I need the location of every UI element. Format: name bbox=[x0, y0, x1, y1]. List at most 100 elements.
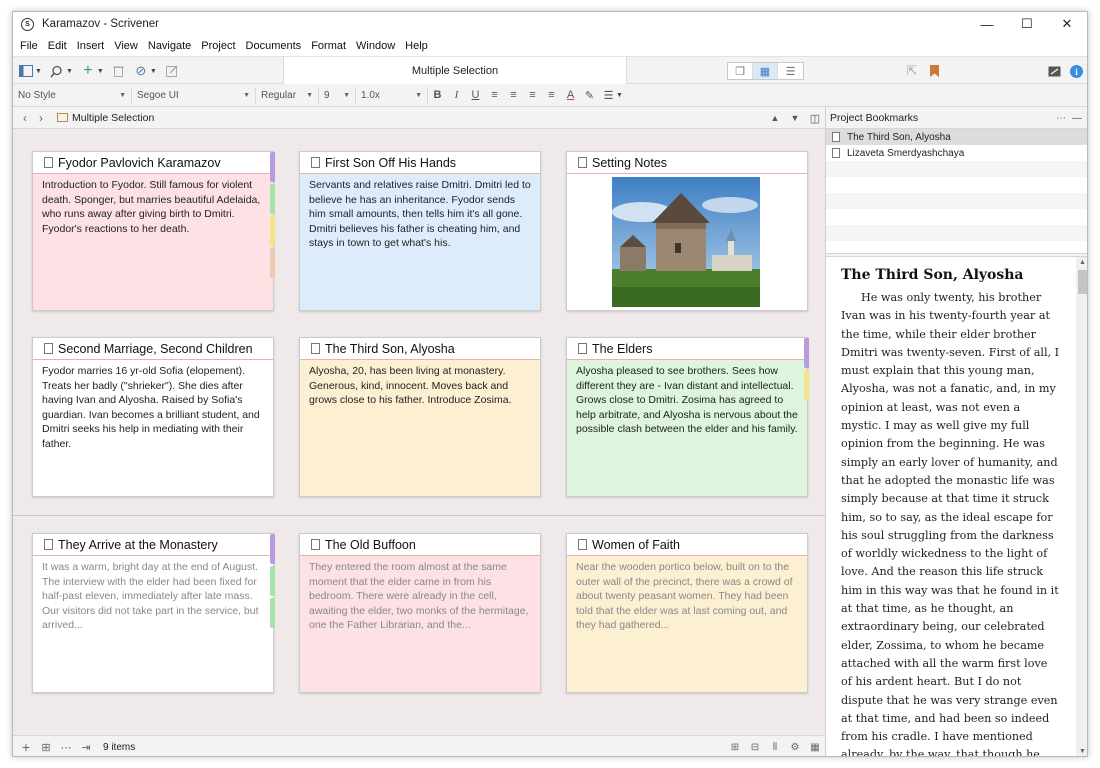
columns-view-icon[interactable]: ⫴ bbox=[765, 742, 785, 753]
scrivener-logo-icon: S bbox=[21, 17, 34, 31]
index-card[interactable]: First Son Off His Hands Servants and rela… bbox=[299, 151, 541, 311]
menu-navigate[interactable]: Navigate bbox=[148, 40, 191, 52]
style-select[interactable]: No Style ▼ bbox=[13, 86, 132, 104]
text-color-icon[interactable]: A bbox=[561, 87, 580, 104]
size-select[interactable]: 9 ▼ bbox=[319, 86, 356, 104]
index-card[interactable]: Second Marriage, Second Children Fyodor m… bbox=[32, 337, 274, 497]
index-card[interactable]: The Old Buffoon They entered the room alm… bbox=[299, 533, 541, 693]
menu-edit[interactable]: Edit bbox=[48, 40, 67, 52]
split-editor-icon[interactable]: ◫ bbox=[805, 112, 825, 125]
menu-insert[interactable]: Insert bbox=[77, 40, 105, 52]
bookmark-item[interactable]: The Third Son, Alyosha bbox=[826, 129, 1087, 145]
breadcrumb: Multiple Selection bbox=[72, 111, 155, 124]
attachment-icon[interactable]: ⊘ bbox=[133, 63, 149, 79]
move-icon[interactable]: ⇥ bbox=[79, 741, 93, 754]
minimize-button[interactable]: — bbox=[967, 12, 1007, 36]
preview-scrollbar[interactable]: ▲ ▼ bbox=[1076, 257, 1087, 756]
card-header: They Arrive at the Monastery bbox=[33, 534, 273, 556]
search-icon[interactable] bbox=[49, 63, 65, 79]
weight-select[interactable]: Regular ▼ bbox=[256, 86, 319, 104]
share-icon[interactable]: ⇱ bbox=[904, 63, 920, 79]
document-icon bbox=[311, 343, 320, 354]
chevron-down-icon[interactable]: ▼ bbox=[785, 113, 805, 123]
card-label-strip bbox=[804, 338, 809, 402]
index-card[interactable]: They Arrive at the Monastery It was a war… bbox=[32, 533, 275, 693]
maximize-button[interactable]: ☐ bbox=[1007, 12, 1047, 36]
label-color-tab bbox=[804, 370, 809, 400]
chevron-down-icon[interactable]: ▼ bbox=[97, 68, 104, 75]
index-card[interactable]: Women of Faith Near the wooden portico be… bbox=[566, 533, 808, 693]
menu-file[interactable]: File bbox=[20, 40, 38, 52]
trash-icon[interactable] bbox=[111, 63, 127, 79]
menu-project[interactable]: Project bbox=[201, 40, 235, 52]
empty-row bbox=[826, 225, 1087, 241]
back-arrow-icon[interactable]: ‹ bbox=[17, 111, 33, 125]
highlight-icon[interactable]: ✎ bbox=[580, 87, 599, 104]
window-title: Karamazov - Scrivener bbox=[42, 18, 159, 30]
more-options-icon[interactable]: ⋯ bbox=[1053, 113, 1069, 124]
card-title: Second Marriage, Second Children bbox=[58, 341, 253, 356]
index-card[interactable]: Setting Notes bbox=[566, 151, 808, 311]
document-icon bbox=[578, 343, 587, 354]
scrivenings-mode-icon[interactable]: ❐ bbox=[728, 63, 753, 79]
chevron-down-icon[interactable]: ▼ bbox=[66, 68, 73, 75]
menu-help[interactable]: Help bbox=[405, 40, 428, 52]
font-select[interactable]: Segoe UI ▼ bbox=[132, 86, 256, 104]
scroll-up-icon[interactable]: ▲ bbox=[1076, 259, 1087, 266]
menu-bar: File Edit Insert View Navigate Project D… bbox=[13, 36, 1087, 56]
bookmarks-panel: Project Bookmarks ⋯ — The Third Son, Aly… bbox=[825, 107, 1087, 756]
binder-toggle-icon[interactable] bbox=[18, 63, 34, 79]
inspector-toggle-icon[interactable] bbox=[1046, 63, 1062, 79]
forward-arrow-icon[interactable]: › bbox=[33, 111, 49, 125]
more-icon[interactable]: ⋯ bbox=[59, 741, 73, 754]
index-card[interactable]: The Elders Alyosha pleased to see brother… bbox=[566, 337, 809, 497]
card-synopsis: Fyodor marries 16 yr-old Sofia (elopemen… bbox=[42, 365, 260, 450]
align-left-icon[interactable]: ≡ bbox=[485, 87, 504, 104]
add-icon[interactable]: + bbox=[80, 62, 96, 79]
card-title: They Arrive at the Monastery bbox=[58, 537, 218, 552]
info-icon[interactable]: i bbox=[1068, 63, 1084, 79]
chevron-up-icon[interactable]: ▲ bbox=[765, 113, 785, 123]
menu-window[interactable]: Window bbox=[356, 40, 395, 52]
align-right-icon[interactable]: ≡ bbox=[542, 87, 561, 104]
menu-view[interactable]: View bbox=[114, 40, 138, 52]
align-center-icon[interactable]: ≡ bbox=[504, 87, 523, 104]
bookmark-icon[interactable] bbox=[926, 63, 942, 79]
card-synopsis: It was a warm, bright day at the end of … bbox=[42, 561, 259, 631]
index-card[interactable]: The Third Son, Alyosha Alyosha, 20, has b… bbox=[299, 337, 541, 497]
card-synopsis: Alyosha pleased to see brothers. Sees ho… bbox=[576, 365, 798, 435]
window-controls: — ☐ ✕ bbox=[967, 12, 1087, 36]
settings-sliders-icon[interactable]: ⚙ bbox=[785, 742, 805, 753]
add-icon[interactable]: + bbox=[19, 739, 33, 755]
menu-format[interactable]: Format bbox=[311, 40, 346, 52]
menu-documents[interactable]: Documents bbox=[246, 40, 302, 52]
card-synopsis: Near the wooden portico below, built on … bbox=[576, 561, 793, 631]
cards-per-row-icon[interactable]: ▦ bbox=[805, 742, 825, 753]
bookmarks-header: Project Bookmarks ⋯ — bbox=[826, 107, 1087, 129]
rows-view-icon[interactable]: ⊟ bbox=[745, 742, 765, 753]
item-count: 9 items bbox=[103, 741, 136, 753]
chevron-down-icon[interactable]: ▼ bbox=[35, 68, 42, 75]
underline-icon[interactable]: U bbox=[466, 87, 485, 104]
empty-row bbox=[826, 161, 1087, 177]
scroll-down-icon[interactable]: ▼ bbox=[1076, 748, 1087, 755]
corkboard-icon bbox=[57, 113, 68, 122]
line-spacing-select[interactable]: 1.0x ▼ bbox=[356, 86, 428, 104]
edit-icon[interactable] bbox=[164, 63, 180, 79]
chevron-down-icon[interactable]: ▼ bbox=[616, 92, 623, 99]
bold-icon[interactable]: B bbox=[428, 87, 447, 104]
bookmark-item[interactable]: Lizaveta Smerdyashchaya bbox=[826, 145, 1087, 161]
corkboard-mode-icon[interactable]: ▦ bbox=[753, 63, 778, 79]
chevron-down-icon[interactable]: ▼ bbox=[150, 68, 157, 75]
new-folder-icon[interactable]: ⊞ bbox=[39, 741, 53, 754]
align-justify-icon[interactable]: ≡ bbox=[523, 87, 542, 104]
close-button[interactable]: ✕ bbox=[1047, 12, 1087, 36]
outliner-mode-icon[interactable]: ☰ bbox=[778, 63, 803, 79]
scroll-thumb[interactable] bbox=[1078, 270, 1087, 294]
minimize-panel-icon[interactable]: — bbox=[1069, 113, 1085, 124]
italic-icon[interactable]: I bbox=[447, 87, 466, 104]
grid-view-icon[interactable]: ⊞ bbox=[725, 742, 745, 753]
card-header: First Son Off His Hands bbox=[300, 152, 540, 174]
index-card[interactable]: Fyodor Pavlovich Karamazov Introduction t… bbox=[32, 151, 275, 311]
card-label-strip bbox=[270, 152, 275, 280]
